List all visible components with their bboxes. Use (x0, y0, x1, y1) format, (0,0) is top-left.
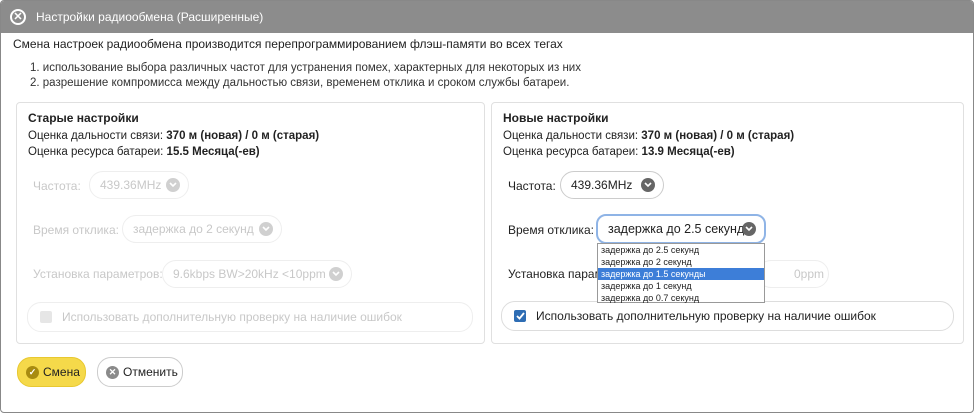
new-frequency-select[interactable]: 439.36MHz (560, 171, 664, 199)
new-error-check-row[interactable]: Использовать дополнительную проверку на … (501, 301, 954, 331)
chevron-down-icon (641, 178, 655, 192)
old-response-value: задержка до 2 секунд (133, 222, 254, 236)
reason-item: 2. разрешение компромисса между дальност… (30, 77, 570, 89)
new-range-estimate: Оценка дальности связи: 370 м (новая) / … (503, 130, 794, 142)
dropdown-option[interactable]: задержка до 2.5 секунд (598, 244, 764, 256)
new-params-label: Установка парам (508, 267, 603, 281)
intro-text: Смена настроек радиообмена производится … (13, 37, 563, 51)
close-circle-icon: ✕ (106, 365, 119, 379)
new-battery-label: Оценка ресурса батареи: (503, 146, 639, 158)
reasons-list: 1. использование выбора различных частот… (30, 61, 581, 91)
dropdown-option-highlighted[interactable]: задержка до 1.5 секунды (598, 268, 764, 280)
dropdown-option[interactable]: задержка до 2 секунд (598, 256, 764, 268)
old-error-check-label: Использовать дополнительную проверку на … (62, 310, 402, 324)
new-battery-estimate: Оценка ресурса батареи: 13.9 Месяца(-ев) (503, 146, 735, 158)
old-error-checkbox (40, 311, 52, 323)
old-params-select: 9.6kbps BW>20kHz <10ppm (162, 260, 352, 288)
old-range-estimate: Оценка дальности связи: 370 м (новая) / … (28, 130, 319, 142)
new-settings-panel: Новые настройки Оценка дальности связи: … (491, 102, 964, 344)
new-params-value: 0ppm (794, 267, 825, 281)
old-battery-label: Оценка ресурса батареи: (28, 146, 164, 158)
chevron-down-icon (329, 267, 343, 281)
old-response-label: Время отклика: (33, 223, 119, 237)
check-circle-icon: ✓ (26, 365, 39, 379)
dropdown-option[interactable]: задержка до 0.7 секунд (598, 292, 764, 304)
old-error-check-row: Использовать дополнительную проверку на … (27, 302, 473, 332)
new-range-label: Оценка дальности связи: (503, 130, 639, 142)
old-battery-estimate: Оценка ресурса батареи: 15.5 Месяца(-ев) (28, 146, 260, 158)
settings-dialog: ✕ Настройки радиообмена (Расширенные) См… (0, 0, 974, 413)
dropdown-option[interactable]: задержка до 1 секунд (598, 280, 764, 292)
chevron-down-icon (742, 222, 756, 236)
cancel-button[interactable]: ✕ Отменить (97, 357, 183, 387)
close-icon[interactable]: ✕ (10, 9, 26, 25)
old-settings-title: Старые настройки (28, 111, 139, 125)
new-range-value: 370 м (новая) / 0 м (старая) (641, 130, 795, 142)
old-frequency-select: 439.36MHz (89, 171, 189, 199)
old-frequency-label: Частота: (33, 179, 81, 193)
old-params-value: 9.6kbps BW>20kHz <10ppm (173, 267, 326, 281)
old-params-label: Установка параметров: (33, 267, 163, 281)
chevron-down-icon (259, 222, 273, 236)
new-error-check-label: Использовать дополнительную проверку на … (536, 309, 876, 323)
new-response-select[interactable]: задержка до 2.5 секунд (596, 214, 766, 244)
apply-button[interactable]: ✓ Смена (17, 357, 86, 387)
new-frequency-label: Частота: (508, 179, 556, 193)
reason-item: 1. использование выбора различных частот… (30, 62, 581, 74)
checkmark-icon (515, 312, 525, 320)
dialog-title: Настройки радиообмена (Расширенные) (36, 10, 264, 24)
new-error-checkbox[interactable] (514, 310, 526, 322)
new-response-label: Время отклика: (508, 223, 594, 237)
old-range-value: 370 м (новая) / 0 м (старая) (166, 130, 320, 142)
old-range-label: Оценка дальности связи: (28, 130, 164, 142)
old-settings-panel: Старые настройки Оценка дальности связи:… (16, 102, 485, 344)
new-battery-value: 13.9 Месяца(-ев) (641, 146, 735, 158)
chevron-down-icon (166, 178, 180, 192)
response-dropdown-list[interactable]: задержка до 2.5 секунд задержка до 2 сек… (597, 243, 765, 303)
new-frequency-value: 439.36MHz (571, 178, 633, 192)
old-battery-value: 15.5 Месяца(-ев) (166, 146, 260, 158)
new-settings-title: Новые настройки (503, 111, 609, 125)
dialog-titlebar: ✕ Настройки радиообмена (Расширенные) (1, 1, 973, 33)
old-frequency-value: 439.36MHz (100, 178, 162, 192)
new-response-value: задержка до 2.5 секунд (608, 222, 745, 236)
old-response-select: задержка до 2 секунд (122, 215, 282, 243)
new-params-select[interactable]: 0ppm (757, 260, 829, 288)
cancel-button-label: Отменить (123, 365, 178, 379)
apply-button-label: Смена (43, 365, 80, 379)
